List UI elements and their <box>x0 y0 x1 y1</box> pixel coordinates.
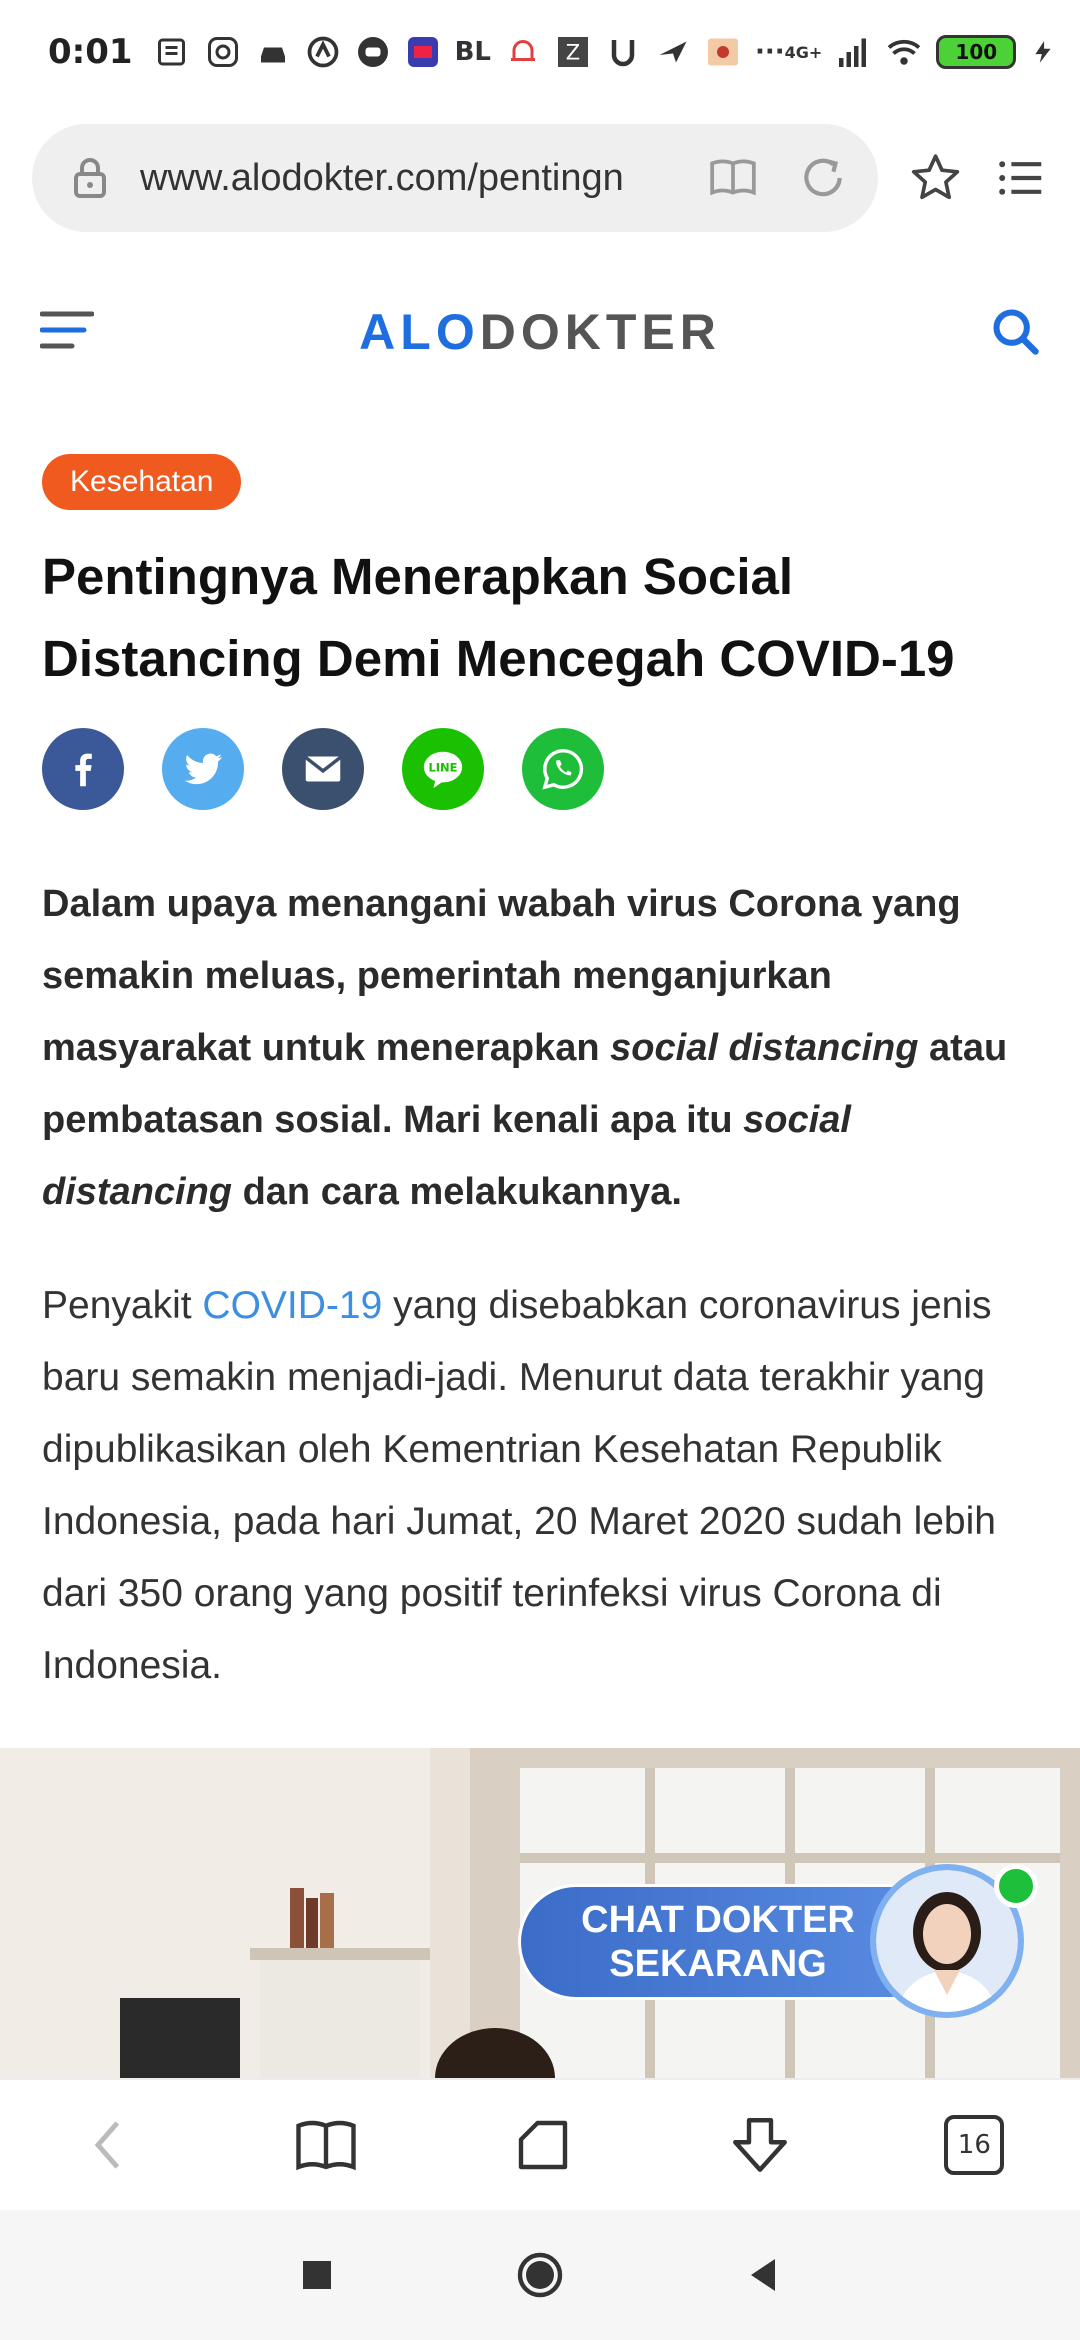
car-icon <box>260 47 285 63</box>
browser-bottom-toolbar: 16 <box>0 2078 1080 2210</box>
charging-icon <box>1035 41 1051 63</box>
notification-icons: BL Z ··· <box>155 34 785 70</box>
covid19-link[interactable]: COVID-19 <box>202 1284 382 1327</box>
back-icon[interactable] <box>76 2112 142 2178</box>
share-whatsapp-button[interactable] <box>522 728 604 810</box>
game-icon <box>707 38 738 66</box>
share-facebook-button[interactable] <box>42 728 124 810</box>
download-icon[interactable] <box>727 2112 793 2178</box>
home-icon[interactable] <box>510 2112 576 2178</box>
menu-icon[interactable] <box>40 308 94 352</box>
logo-part-alo: ALO <box>359 304 480 360</box>
shop-icon <box>407 37 438 67</box>
chat-doctor-button[interactable]: CHAT DOKTER SEKARANG <box>518 1864 1038 2018</box>
u-app-icon <box>611 40 635 67</box>
battery-indicator: 100 <box>936 35 1017 69</box>
lock-icon <box>74 158 106 198</box>
more-notifications-icon: ··· <box>754 37 785 67</box>
bird-icon <box>659 41 687 63</box>
star-icon[interactable] <box>908 150 963 206</box>
line-icon: LINE <box>423 751 463 789</box>
bookmarks-icon[interactable] <box>293 2112 359 2178</box>
share-line-button[interactable]: LINE <box>402 728 484 810</box>
category-badge[interactable]: Kesehatan <box>42 454 242 510</box>
network-type: 4G+ <box>784 42 823 62</box>
nav-home-icon[interactable] <box>516 2251 564 2299</box>
status-bar: 0:01 BL Z ··· 4G+ 100 <box>0 0 1080 104</box>
signal-icon <box>839 38 867 67</box>
lead-text-3: dan cara melakukannya. <box>232 1171 682 1213</box>
nav-back-icon[interactable] <box>739 2251 787 2299</box>
article-lead: Dalam upaya menangani wabah virus Corona… <box>42 868 1042 1228</box>
share-email-button[interactable] <box>282 728 364 810</box>
app-icon <box>307 36 338 68</box>
email-icon <box>304 756 342 782</box>
recents-icon[interactable] <box>293 2251 341 2299</box>
wifi-icon <box>888 39 921 65</box>
tabs-button[interactable]: 16 <box>944 2115 1005 2175</box>
whatsapp-icon <box>542 749 584 790</box>
paragraph-text-2: yang disebabkan coronavirus jenis baru s… <box>42 1284 996 1687</box>
url-text[interactable]: www.alodokter.com/pentingn <box>140 157 668 200</box>
browser-address-bar: www.alodokter.com/pentingn <box>0 104 1080 252</box>
paragraph-text-1: Penyakit <box>42 1284 203 1327</box>
chat-app-icon <box>357 37 388 67</box>
system-nav-bar <box>0 2210 1080 2340</box>
site-header: ALODOKTER <box>0 252 1080 412</box>
chat-cta-line1: CHAT DOKTER <box>581 1899 855 1941</box>
article-title: Pentingnya Menerapkan Social Distancing … <box>42 548 955 687</box>
status-time: 0:01 <box>48 32 133 72</box>
facebook-icon <box>75 753 92 787</box>
z-app-icon: Z <box>557 37 588 67</box>
reader-mode-icon[interactable] <box>708 153 758 203</box>
article-paragraph: Penyakit COVID-19 yang disebabkan corona… <box>42 1270 1052 1702</box>
twitter-icon <box>184 753 223 785</box>
news-icon <box>157 38 185 66</box>
lead-emphasis-1: social distancing <box>610 1027 919 1069</box>
list-icon[interactable] <box>993 150 1048 206</box>
share-buttons: LINE <box>42 728 604 810</box>
svg-text:LINE: LINE <box>428 760 457 774</box>
svg-text:Z: Z <box>566 41 580 65</box>
url-field[interactable]: www.alodokter.com/pentingn <box>32 124 878 232</box>
chat-cta-line2: SEKARANG <box>609 1943 827 1985</box>
site-logo[interactable]: ALODOKTER <box>359 303 721 361</box>
online-status-dot <box>994 1864 1038 1908</box>
reload-icon[interactable] <box>798 153 848 203</box>
carrier-label: BL <box>454 37 491 67</box>
share-twitter-button[interactable] <box>162 728 244 810</box>
logo-part-dokter: DOKTER <box>479 304 721 360</box>
search-icon[interactable] <box>990 306 1042 358</box>
instagram-icon <box>207 37 238 67</box>
bell-icon <box>510 40 535 61</box>
